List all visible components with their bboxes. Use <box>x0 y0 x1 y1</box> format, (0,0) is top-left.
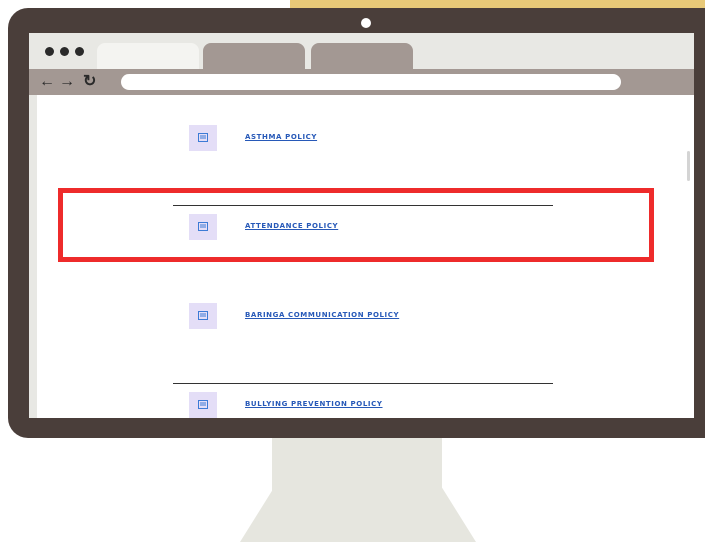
minimize-dot[interactable] <box>60 47 69 56</box>
camera-dot <box>361 18 371 28</box>
browser-tab-active[interactable] <box>97 43 199 69</box>
browser-toolbar: ← → ↻ <box>29 69 694 95</box>
highlight-box <box>58 188 654 262</box>
window-controls <box>45 47 84 56</box>
close-dot[interactable] <box>45 47 54 56</box>
back-arrow-icon[interactable]: ← <box>39 72 55 92</box>
document-icon[interactable] <box>189 392 217 418</box>
policy-link[interactable]: BARINGA COMMUNICATION POLICY <box>245 311 399 319</box>
maximize-dot[interactable] <box>75 47 84 56</box>
address-bar[interactable] <box>121 74 621 90</box>
monitor-base <box>240 478 476 542</box>
reload-icon[interactable]: ↻ <box>83 72 96 92</box>
browser-tab-3[interactable] <box>311 43 413 69</box>
scrollbar[interactable] <box>687 151 690 181</box>
document-icon[interactable] <box>189 303 217 329</box>
divider <box>173 383 553 384</box>
browser-tab-2[interactable] <box>203 43 305 69</box>
document-icon[interactable] <box>189 125 217 151</box>
forward-arrow-icon[interactable]: → <box>59 72 75 92</box>
policy-link[interactable]: BULLYING PREVENTION POLICY <box>245 400 383 408</box>
policy-link[interactable]: ASTHMA POLICY <box>245 133 317 141</box>
